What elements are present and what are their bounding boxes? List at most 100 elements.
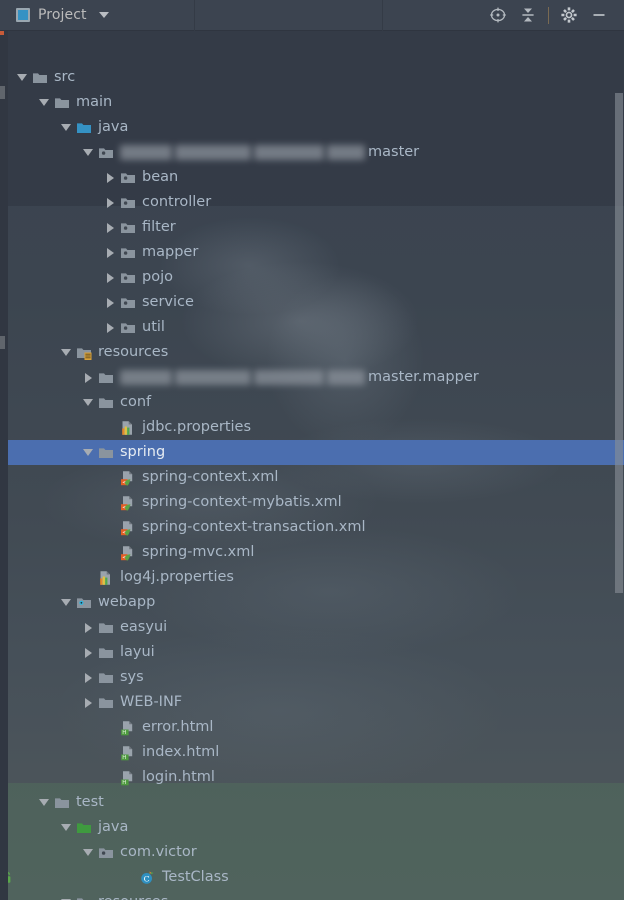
expand-arrow-down-icon[interactable] bbox=[58, 890, 74, 900]
expand-arrow-down-icon[interactable] bbox=[14, 65, 30, 90]
expand-arrow-down-icon[interactable] bbox=[58, 815, 74, 840]
tree-row[interactable]: resources bbox=[0, 340, 624, 365]
folder-source-blue-icon bbox=[74, 115, 94, 140]
expand-arrow-down-icon[interactable] bbox=[58, 340, 74, 365]
expand-arrow-right-icon[interactable] bbox=[102, 165, 118, 190]
tree-row[interactable]: pojo bbox=[0, 265, 624, 290]
scroll-from-source-button[interactable] bbox=[483, 0, 513, 31]
folder-source-blue-icon bbox=[77, 122, 91, 133]
tree-node-label: spring-context-transaction.xml bbox=[142, 519, 366, 535]
tree-row[interactable]: C TestClass bbox=[0, 865, 624, 890]
tree-row[interactable]: jdbc.properties bbox=[0, 415, 624, 440]
tree-row[interactable]: conf bbox=[0, 390, 624, 415]
folder-gray-icon bbox=[52, 90, 72, 115]
folder-gray-icon bbox=[96, 665, 116, 690]
spring-config-icon: < bbox=[121, 545, 133, 561]
tree-row[interactable]: mapper bbox=[0, 240, 624, 265]
expand-arrow-right-icon[interactable] bbox=[102, 290, 118, 315]
gear-icon bbox=[561, 7, 577, 23]
expand-arrow-right-icon[interactable] bbox=[80, 690, 96, 715]
expand-arrow-down-icon[interactable] bbox=[58, 115, 74, 140]
tree-node-label: pojo bbox=[142, 269, 173, 285]
redacted-package-segment bbox=[254, 370, 324, 385]
tree-row[interactable]: log4j.properties bbox=[0, 565, 624, 590]
vertical-scrollbar[interactable] bbox=[614, 31, 624, 900]
html-file-icon: H bbox=[118, 715, 138, 740]
left-tool-window-gutter[interactable] bbox=[0, 31, 8, 900]
expand-arrow-down-icon[interactable] bbox=[36, 90, 52, 115]
expand-arrow-down-icon[interactable] bbox=[36, 790, 52, 815]
tree-row[interactable]: < spring-context-mybatis.xml bbox=[0, 490, 624, 515]
expand-arrow-right-icon[interactable] bbox=[80, 365, 96, 390]
tree-row[interactable]: WEB-INF bbox=[0, 690, 624, 715]
tree-row[interactable]: sys bbox=[0, 665, 624, 690]
expand-arrow-down-icon[interactable] bbox=[80, 140, 96, 165]
tree-row[interactable]: Hlogin.html bbox=[0, 765, 624, 790]
expand-arrow-right-icon[interactable] bbox=[102, 215, 118, 240]
expand-arrow-right-icon[interactable] bbox=[102, 315, 118, 340]
tree-node-label: login.html bbox=[142, 769, 215, 785]
expand-arrow-right-icon[interactable] bbox=[102, 190, 118, 215]
spring-config-icon: < bbox=[118, 465, 138, 490]
tree-row[interactable]: spring bbox=[0, 440, 624, 465]
minimize-icon bbox=[593, 14, 605, 16]
expand-arrow-right-icon[interactable] bbox=[102, 265, 118, 290]
tree-row[interactable]: test bbox=[0, 790, 624, 815]
expand-arrow-right-icon[interactable] bbox=[80, 615, 96, 640]
tree-row[interactable]: Herror.html bbox=[0, 715, 624, 740]
tree-row[interactable]: com.victor bbox=[0, 840, 624, 865]
collapse-all-button[interactable] bbox=[513, 0, 543, 31]
hide-tool-window-button[interactable] bbox=[584, 0, 614, 31]
tree-row[interactable]: Hindex.html bbox=[0, 740, 624, 765]
expand-arrow-down-icon[interactable] bbox=[80, 840, 96, 865]
expand-arrow-down-icon[interactable] bbox=[58, 590, 74, 615]
tree-row[interactable]: < spring-context.xml bbox=[0, 465, 624, 490]
tree-row[interactable]: util bbox=[0, 315, 624, 340]
redacted-package-segment bbox=[175, 370, 251, 385]
java-class-icon: C bbox=[138, 865, 158, 890]
folder-gray-icon bbox=[33, 72, 47, 83]
tree-row[interactable]: master.mapper bbox=[0, 365, 624, 390]
tree-row[interactable]: resources bbox=[0, 890, 624, 900]
tree-row[interactable]: < spring-mvc.xml bbox=[0, 540, 624, 565]
package-icon bbox=[121, 172, 135, 183]
expand-arrow-right-icon[interactable] bbox=[102, 240, 118, 265]
java-class-icon: C bbox=[141, 870, 154, 884]
tree-row[interactable]: easyui bbox=[0, 615, 624, 640]
tree-row[interactable]: java bbox=[0, 115, 624, 140]
tree-row[interactable]: service bbox=[0, 290, 624, 315]
settings-button[interactable] bbox=[554, 0, 584, 31]
tree-row[interactable]: main bbox=[0, 90, 624, 115]
tree-row[interactable]: src bbox=[0, 65, 624, 90]
tree-row[interactable]: webapp bbox=[0, 590, 624, 615]
tree-row[interactable]: controller bbox=[0, 190, 624, 215]
scrollbar-thumb[interactable] bbox=[615, 93, 623, 593]
folder-gray-icon bbox=[30, 65, 50, 90]
expand-arrow-right-icon[interactable] bbox=[80, 665, 96, 690]
tree-row[interactable]: java bbox=[0, 815, 624, 840]
folder-gray-icon bbox=[99, 447, 113, 458]
expand-arrow-down-icon[interactable] bbox=[80, 390, 96, 415]
project-tree[interactable]: src main java master bean controller filte… bbox=[0, 31, 624, 900]
tree-row[interactable]: bean bbox=[0, 165, 624, 190]
chevron-down-icon[interactable] bbox=[98, 12, 109, 18]
tree-node-label: master.mapper bbox=[368, 369, 479, 385]
project-view-selector[interactable]: Project bbox=[0, 0, 194, 31]
package-icon bbox=[121, 297, 135, 308]
tree-row[interactable]: master bbox=[0, 140, 624, 165]
expand-arrow-down-icon[interactable] bbox=[80, 440, 96, 465]
tree-row[interactable]: filter bbox=[0, 215, 624, 240]
tree-row[interactable]: < spring-context-transaction.xml bbox=[0, 515, 624, 540]
folder-test-resources-icon bbox=[74, 890, 94, 900]
expand-arrow-right-icon[interactable] bbox=[80, 640, 96, 665]
tree-row[interactable]: layui bbox=[0, 640, 624, 665]
